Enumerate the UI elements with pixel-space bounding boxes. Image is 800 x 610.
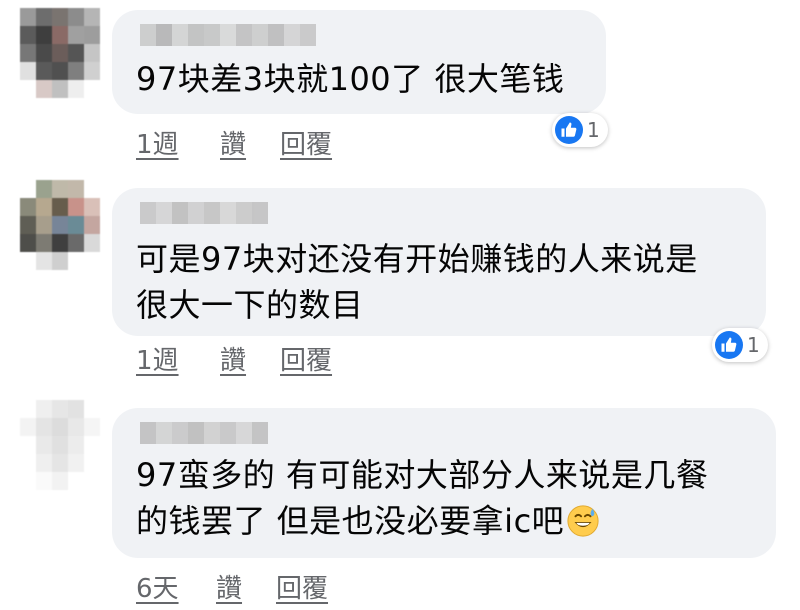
blurred-author-name[interactable] xyxy=(140,422,268,444)
timestamp-link[interactable]: 1週 xyxy=(136,340,220,377)
avatar[interactable] xyxy=(20,180,100,270)
like-icon xyxy=(715,331,743,359)
avatar[interactable] xyxy=(20,8,100,98)
reaction-badge[interactable]: 1 xyxy=(712,328,768,362)
like-link[interactable]: 讚 xyxy=(220,124,280,161)
blurred-author-name[interactable] xyxy=(140,202,268,224)
comment-text-line: 很大一下的数目 xyxy=(136,286,364,324)
comment-text: 97块差3块就100了 很大笔钱 xyxy=(136,56,564,102)
comment-text-line: 可是97块对还没有开始赚钱的人来说是 xyxy=(136,240,698,278)
reaction-badge[interactable]: 1 xyxy=(552,113,608,147)
comment-actions: 1週 讚 回覆 xyxy=(136,124,332,161)
like-icon xyxy=(555,116,583,144)
reply-link[interactable]: 回覆 xyxy=(280,124,332,161)
comment-text: 可是97块对还没有开始赚钱的人来说是 很大一下的数目 xyxy=(136,236,698,328)
comment-actions: 1週 讚 回覆 xyxy=(136,340,332,377)
reaction-count: 1 xyxy=(747,333,760,357)
blurred-author-name[interactable] xyxy=(140,24,316,46)
comment-bubble: 97块差3块就100了 很大笔钱 xyxy=(112,10,606,114)
reply-link[interactable]: 回覆 xyxy=(280,340,332,377)
comment-bubble: 97蛮多的 有可能对大部分人来说是几餐 的钱罢了 但是也没必要拿ic吧 xyxy=(112,408,776,558)
timestamp-link[interactable]: 1週 xyxy=(136,124,220,161)
reply-link[interactable]: 回覆 xyxy=(276,568,328,605)
comment-text-line-content: 的钱罢了 但是也没必要拿ic吧 xyxy=(136,502,565,540)
grinning-face-with-sweat-emoji xyxy=(567,505,599,537)
comment-actions: 6天 讚 回覆 xyxy=(136,568,328,605)
comment-text-line: 97块差3块就100了 很大笔钱 xyxy=(136,60,565,98)
comment-text-line: 97蛮多的 有可能对大部分人来说是几餐 xyxy=(136,456,709,494)
comment-bubble: 可是97块对还没有开始赚钱的人来说是 很大一下的数目 xyxy=(112,188,766,336)
comment-text: 97蛮多的 有可能对大部分人来说是几餐 的钱罢了 但是也没必要拿ic吧 xyxy=(136,452,708,544)
comment-text-line: 的钱罢了 但是也没必要拿ic吧 xyxy=(136,498,708,544)
like-link[interactable]: 讚 xyxy=(216,568,276,605)
like-link[interactable]: 讚 xyxy=(220,340,280,377)
timestamp-link[interactable]: 6天 xyxy=(136,568,216,605)
reaction-count: 1 xyxy=(587,118,600,142)
avatar[interactable] xyxy=(20,400,100,490)
